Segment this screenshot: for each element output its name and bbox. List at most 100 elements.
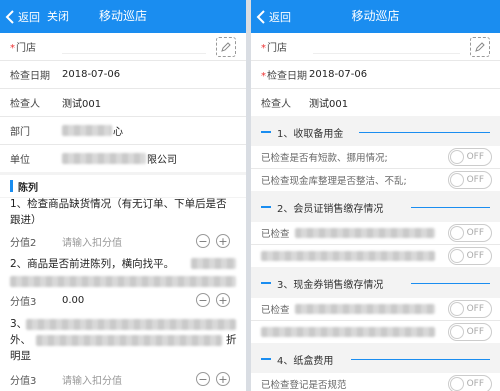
right-screen: 返回 移动巡店 *门店 *检查日期 2018-07-06 检查人 测试001 1… <box>251 0 500 391</box>
section-header: 陈列 <box>0 175 246 197</box>
store-row: *门店 <box>0 33 246 60</box>
store-row: *门店 <box>251 33 500 60</box>
redacted-text <box>62 125 112 136</box>
score-row: 分值3 0.00 − + <box>0 289 246 311</box>
check-row: 已检查是否有短款、挪用情况; OFF <box>251 146 500 168</box>
check-toggle[interactable]: OFF <box>448 300 492 318</box>
toggle-knob <box>450 226 464 240</box>
redacted-text <box>26 319 236 330</box>
question-3-suffix: 折 <box>226 334 237 346</box>
group-marker <box>261 358 271 360</box>
back-button[interactable]: 返回 <box>255 0 291 33</box>
score-input[interactable]: 请输入扣分值 <box>62 234 122 249</box>
minus-button[interactable]: − <box>196 372 210 386</box>
store-field[interactable] <box>313 39 460 54</box>
check-toggle[interactable]: OFF <box>448 148 492 166</box>
check-toggle[interactable]: OFF <box>448 323 492 341</box>
date-value[interactable]: 2018-07-06 <box>62 69 120 80</box>
plus-button[interactable]: + <box>216 234 230 248</box>
group-line <box>411 206 490 208</box>
date-value[interactable]: 2018-07-06 <box>309 69 367 80</box>
check-row: OFF <box>251 321 500 343</box>
edit-button[interactable] <box>216 36 236 57</box>
chevron-left-icon <box>256 9 265 24</box>
group-title: 1、收取备用金 <box>277 128 344 140</box>
toggle-state: OFF <box>466 228 484 238</box>
group-header: 3、现金券销售缴存情况 <box>251 272 500 294</box>
score-input[interactable]: 请输入扣分值 <box>62 372 122 387</box>
redacted-text <box>10 276 236 287</box>
score-row: 分值3 请输入扣分值 − + <box>0 368 246 390</box>
inspector-label: 检查人 <box>261 99 291 110</box>
toggle-state: OFF <box>466 379 484 389</box>
check-label: 已检查 <box>261 229 290 240</box>
date-row: *检查日期 2018-07-06 <box>251 61 500 88</box>
score-value[interactable]: 0.00 <box>62 295 84 306</box>
check-row: 已检查 OFF <box>251 298 500 320</box>
redacted-text <box>261 251 435 261</box>
group-header: 4、纸盒费用 <box>251 348 500 370</box>
unit-row: 单位 限公司 <box>0 145 246 172</box>
check-toggle[interactable]: OFF <box>448 171 492 189</box>
edit-button[interactable] <box>470 36 490 57</box>
inspector-value: 测试001 <box>62 99 102 110</box>
inspector-row: 检查人 测试001 <box>0 89 246 116</box>
score-label: 分值3 <box>10 296 37 308</box>
edit-icon <box>475 41 485 52</box>
group-line <box>411 282 490 284</box>
question-2: 2、商品是否前进陈列，横向找平。 <box>10 258 175 270</box>
redacted-text <box>261 327 435 337</box>
edit-icon <box>221 41 231 52</box>
check-label: 已检查 <box>261 305 290 316</box>
toggle-knob <box>450 377 464 391</box>
plus-button[interactable]: + <box>216 372 230 386</box>
group-marker <box>261 282 271 284</box>
check-toggle[interactable]: OFF <box>448 247 492 265</box>
check-label: 已检查登记是否规范 <box>261 380 347 391</box>
date-label: 检查日期 <box>10 71 50 82</box>
inspector-label: 检查人 <box>10 99 40 110</box>
group-marker <box>261 206 271 208</box>
toggle-state: OFF <box>466 152 484 162</box>
toggle-state: OFF <box>466 327 484 337</box>
toggle-knob <box>450 302 464 316</box>
section-title: 陈列 <box>18 182 38 194</box>
inspector-value: 测试001 <box>309 99 349 110</box>
redacted-text <box>191 258 236 269</box>
unit-value: 限公司 <box>147 155 177 166</box>
back-label: 返回 <box>18 10 40 24</box>
check-toggle[interactable]: OFF <box>448 224 492 242</box>
close-button[interactable]: 关闭 <box>47 0 69 33</box>
check-row: 已检查登记是否规范 OFF <box>251 373 500 391</box>
toggle-knob <box>450 325 464 339</box>
check-row: 已检查 OFF <box>251 222 500 244</box>
store-field[interactable] <box>62 39 206 54</box>
store-label: *门店 <box>261 43 287 54</box>
unit-label: 单位 <box>10 155 30 166</box>
redacted-text <box>295 304 435 314</box>
back-button[interactable]: 返回 <box>4 0 40 33</box>
toggle-state: OFF <box>466 251 484 261</box>
toggle-knob <box>450 150 464 164</box>
plus-button[interactable]: + <box>216 293 230 307</box>
group-title: 4、纸盒费用 <box>277 355 334 367</box>
left-screen: 返回 关闭 移动巡店 *门店 检查日期 2018-07-06 检查人 测试001… <box>0 0 246 391</box>
chevron-left-icon <box>5 9 14 24</box>
minus-button[interactable]: − <box>196 234 210 248</box>
check-label: 已检查是否有短款、挪用情况; <box>261 153 388 164</box>
check-label: 已检查现金库整理是否整洁、不乱; <box>261 176 407 187</box>
group-marker <box>261 131 271 133</box>
dept-value: 心 <box>113 127 123 138</box>
dept-label: 部门 <box>10 127 30 138</box>
score-label: 分值3 <box>10 375 37 387</box>
group-title: 3、现金券销售缴存情况 <box>277 279 384 291</box>
minus-button[interactable]: − <box>196 293 210 307</box>
redacted-text <box>295 228 435 238</box>
group-header: 1、收取备用金 <box>251 121 500 143</box>
store-label: *门店 <box>10 43 36 54</box>
group-header: 2、会员证销售缴存情况 <box>251 196 500 218</box>
check-toggle[interactable]: OFF <box>448 375 492 391</box>
inspector-row: 检查人 测试001 <box>251 89 500 116</box>
date-label: *检查日期 <box>261 71 307 82</box>
check-row: OFF <box>251 245 500 267</box>
